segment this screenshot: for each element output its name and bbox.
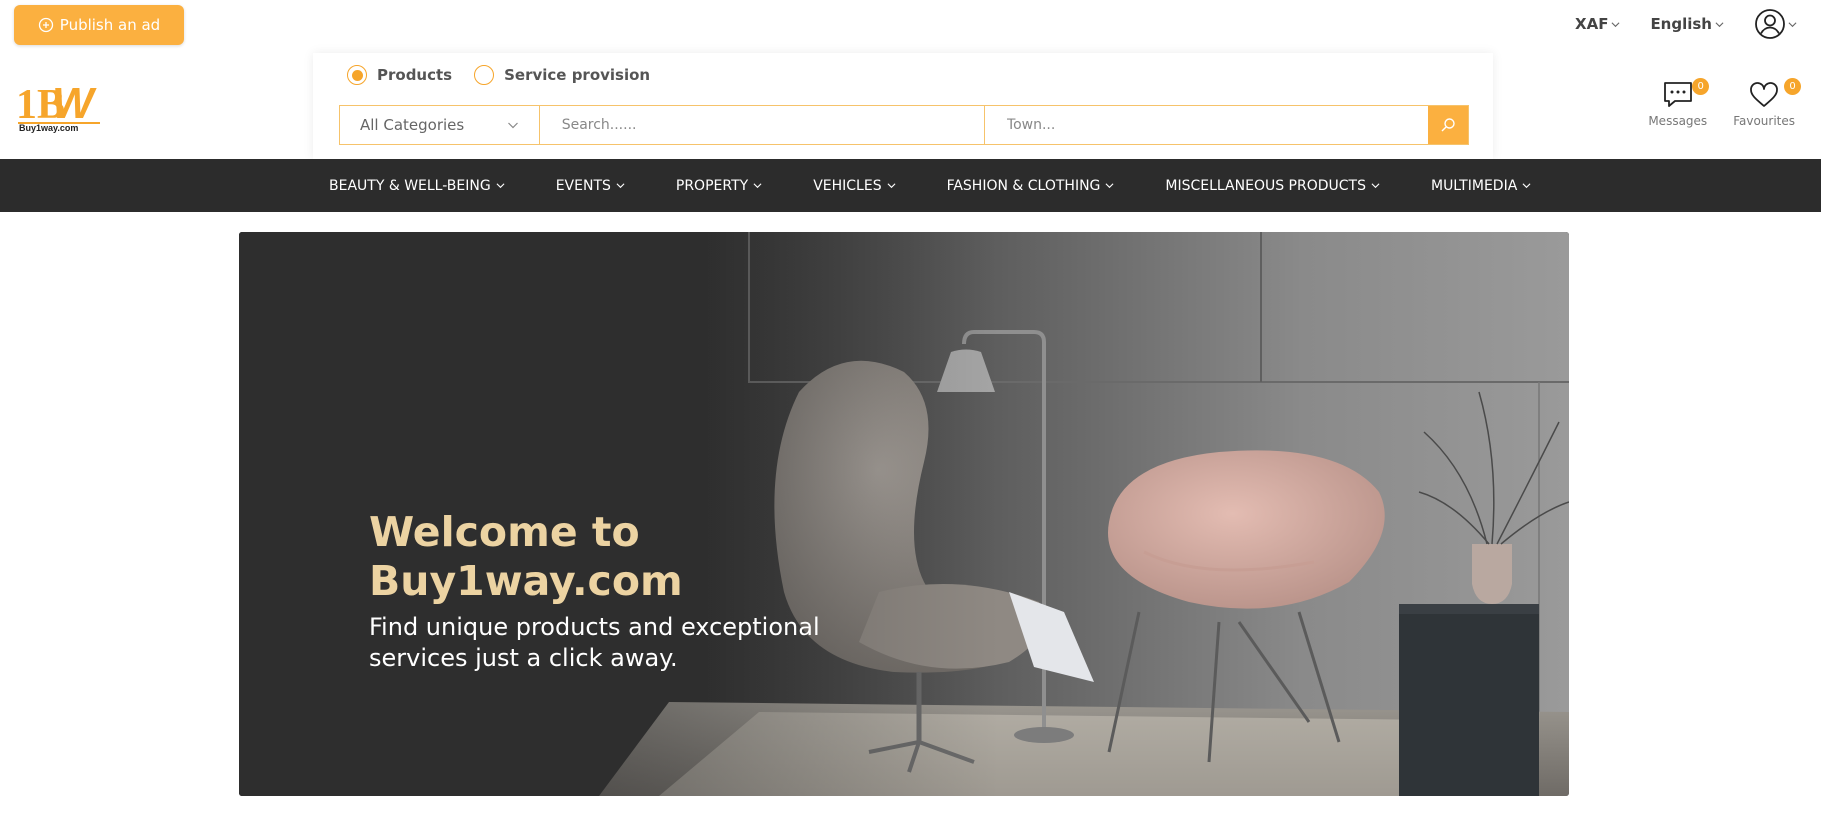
radio-service-provision[interactable]: Service provision	[474, 65, 650, 85]
chevron-down-icon	[616, 183, 625, 189]
messages-link[interactable]: 0 Messages	[1648, 78, 1710, 128]
nav-item-label: MISCELLANEOUS PRODUCTS	[1165, 177, 1366, 194]
user-circle-icon	[1755, 9, 1785, 39]
svg-text:Buy1way.com: Buy1way.com	[19, 123, 78, 133]
nav-item-label: VEHICLES	[813, 177, 882, 194]
search-button[interactable]	[1428, 106, 1469, 144]
chevron-down-icon	[1611, 21, 1620, 27]
language-label: English	[1650, 15, 1712, 33]
nav-item-fashion-clothing[interactable]: FASHION & CLOTHING	[947, 178, 1115, 194]
radio-dot	[347, 65, 367, 85]
category-select[interactable]: All Categories	[340, 106, 540, 144]
publish-ad-button[interactable]: Publish an ad	[14, 5, 184, 45]
search-type-group: Products Service provision	[347, 63, 650, 87]
radio-label: Products	[377, 66, 453, 84]
chevron-down-icon	[1715, 21, 1724, 27]
favourites-badge: 0	[1784, 78, 1801, 95]
hero-title: Welcome to Buy1way.com	[369, 508, 683, 606]
logo-graphic: 1B W Buy1way.com	[16, 79, 100, 133]
chat-bubble-icon	[1663, 82, 1692, 107]
language-dropdown[interactable]: English	[1650, 15, 1724, 33]
nav-item-label: PROPERTY	[675, 177, 749, 194]
chevron-down-icon	[1788, 21, 1797, 27]
messages-badge: 0	[1692, 78, 1710, 95]
hero-banner: Welcome to Buy1way.com Find unique produ…	[239, 232, 1569, 796]
category-select-value: All Categories	[360, 116, 465, 134]
currency-label: XAF	[1575, 15, 1609, 33]
search-input[interactable]	[539, 106, 985, 144]
nav-item-vehicles[interactable]: VEHICLES	[813, 177, 896, 194]
publish-ad-label: Publish an ad	[59, 16, 161, 34]
nav-item-label: MULTIMEDIA	[1430, 177, 1518, 194]
category-nav: BEAUTY & WELL-BEING EVENTS PROPERTY VEHI…	[0, 159, 1821, 212]
nav-item-events[interactable]: EVENTS	[556, 178, 625, 194]
search-panel: Products Service provision All Categorie…	[313, 53, 1493, 159]
svg-text:W: W	[52, 79, 97, 128]
nav-item-label: BEAUTY & WELL-BEING	[329, 177, 491, 194]
top-right-controls: XAF English	[1575, 8, 1797, 40]
chevron-down-icon	[496, 183, 505, 189]
currency-dropdown[interactable]: XAF	[1575, 15, 1620, 33]
favourites-label: Favourites	[1733, 114, 1795, 128]
account-menu[interactable]	[1754, 8, 1797, 40]
radio-label: Service provision	[504, 66, 651, 84]
nav-item-property[interactable]: PROPERTY	[676, 178, 762, 194]
favourites-link[interactable]: 0 Favourites	[1733, 78, 1801, 128]
chevron-down-icon	[1371, 183, 1380, 189]
town-input[interactable]	[984, 106, 1429, 144]
messages-label: Messages	[1648, 114, 1708, 128]
nav-item-label: EVENTS	[555, 177, 611, 194]
nav-item-multimedia[interactable]: MULTIMEDIA	[1431, 178, 1531, 194]
heart-icon	[1750, 82, 1778, 107]
plus-circle-icon	[38, 17, 53, 33]
header-icons: 0 Messages 0 Favourites	[1648, 78, 1801, 128]
radio-dot	[474, 65, 495, 85]
search-bar: All Categories	[339, 105, 1469, 145]
radio-products[interactable]: Products	[347, 65, 452, 85]
chevron-down-icon	[753, 183, 762, 189]
chevron-down-icon	[507, 122, 518, 129]
site-logo[interactable]: 1B W Buy1way.com	[16, 78, 102, 134]
nav-item-label: FASHION & CLOTHING	[946, 177, 1101, 194]
nav-item-beauty-well-being[interactable]: BEAUTY & WELL-BEING	[329, 178, 505, 194]
search-icon	[1441, 118, 1455, 132]
nav-item-miscellaneous-products[interactable]: MISCELLANEOUS PRODUCTS	[1165, 178, 1380, 194]
chevron-down-icon	[1522, 183, 1531, 189]
chevron-down-icon	[1105, 183, 1114, 189]
chevron-down-icon	[887, 183, 896, 189]
hero-subtitle: Find unique products and exceptional ser…	[369, 613, 820, 673]
